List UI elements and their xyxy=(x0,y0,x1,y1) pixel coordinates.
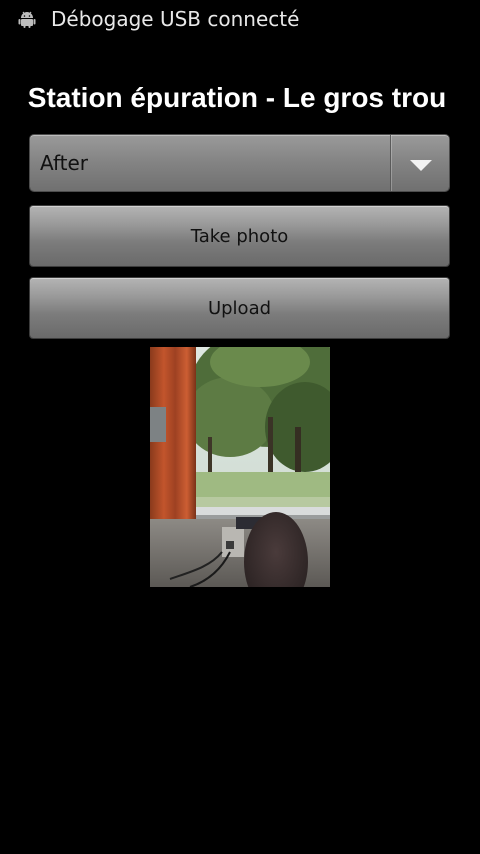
notification-text: Débogage USB connecté xyxy=(51,7,300,31)
upload-button[interactable]: Upload xyxy=(30,278,449,338)
page-title: Station épuration - Le gros trou xyxy=(27,82,447,113)
take-photo-button[interactable]: Take photo xyxy=(30,206,449,266)
android-debug-icon xyxy=(18,11,36,28)
spinner-divider xyxy=(390,135,391,191)
stage-spinner[interactable]: After xyxy=(30,135,449,191)
dropdown-arrow-icon xyxy=(410,160,432,171)
status-bar: Débogage USB connecté xyxy=(0,0,480,38)
spinner-selected-value: After xyxy=(40,151,89,175)
photo-preview xyxy=(150,347,330,587)
